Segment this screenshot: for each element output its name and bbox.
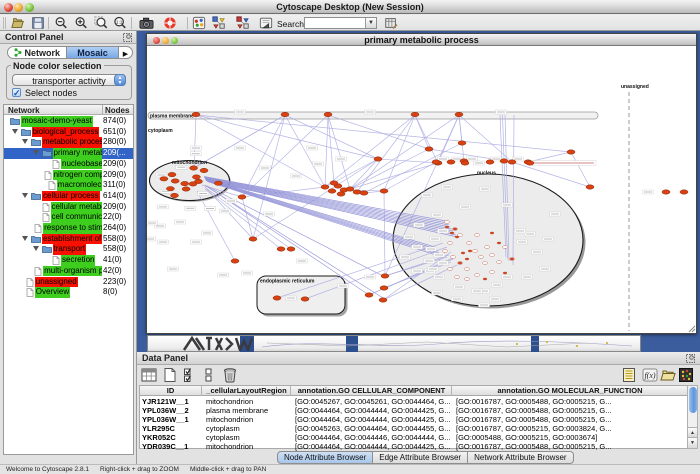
svg-text:nucleus: nucleus	[477, 171, 496, 177]
svg-text:plasma membrane: plasma membrane	[150, 114, 194, 120]
svg-text:unassigned: unassigned	[621, 84, 649, 90]
svg-text:1:1: 1:1	[116, 20, 123, 26]
svg-text:cytoplasm: cytoplasm	[148, 128, 173, 134]
svg-text:endoplasmic reticulum: endoplasmic reticulum	[260, 279, 315, 285]
svg-text:f(x): f(x)	[644, 371, 655, 380]
